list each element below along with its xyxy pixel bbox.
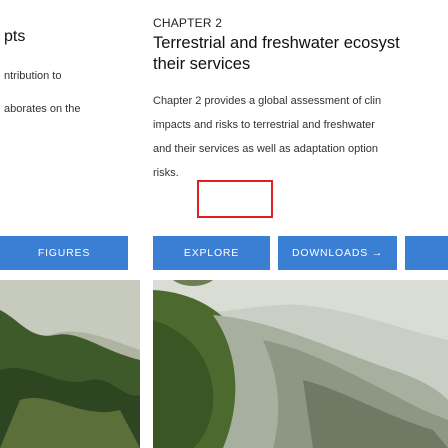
chapter-title[interactable]: Terrestrial and freshwater ecosyst their… (153, 33, 448, 75)
focus-outline (197, 180, 273, 218)
explore-button[interactable]: EXPLORE (153, 236, 270, 270)
chapter-image-previous[interactable] (0, 280, 140, 448)
chapter-description-fragment: aborates on the (4, 103, 81, 115)
figures-button[interactable]: FIGURES (0, 236, 128, 270)
coastal-landscape-photo (153, 280, 448, 448)
description-line: and their services as well as adaptation… (153, 143, 379, 155)
chapter-description: Chapter 2 provides a global assessment o… (153, 89, 448, 185)
description-line: Chapter 2 provides a global assessment o… (153, 95, 382, 107)
chapter-image[interactable] (153, 280, 448, 448)
chapter-title-line: their services (153, 55, 251, 73)
landscape-photo (0, 280, 140, 448)
chapter-title-fragment: pts (4, 28, 26, 45)
chapter-title-line: Terrestrial and freshwater ecosyst (153, 34, 400, 52)
downloads-button[interactable]: DOWNLOADS → (278, 236, 397, 270)
next-card-button[interactable] (405, 236, 448, 270)
chapter-number: CHAPTER 2 (153, 16, 223, 30)
description-line: impacts and risks to terrestrial and fre… (153, 119, 375, 131)
chapter-description-fragment: ntribution to (4, 70, 62, 82)
